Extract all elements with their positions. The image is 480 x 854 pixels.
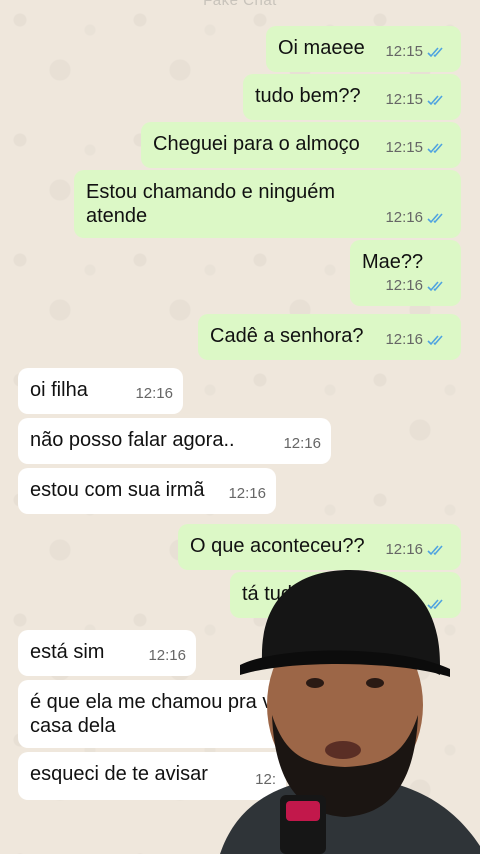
message-time: 12:15 xyxy=(385,91,423,108)
message-meta: 12:16 xyxy=(135,382,173,406)
chat-title: Fake Chat xyxy=(203,0,277,9)
double-check-icon xyxy=(427,47,443,58)
outgoing-message[interactable]: Estou chamando e ninguém atende 12:16 xyxy=(74,170,461,238)
message-meta: 12:15 xyxy=(385,40,447,64)
message-time: 12:16 xyxy=(283,435,321,452)
outgoing-message[interactable]: Cheguei para o almoço 12:15 xyxy=(141,122,461,168)
message-time: 12:16 xyxy=(135,385,173,402)
incoming-message[interactable]: não posso falar agora.. 12:16 xyxy=(18,418,331,464)
message-meta: 12:15 xyxy=(385,88,447,112)
message-meta: 12:16 xyxy=(228,482,266,506)
incoming-message[interactable]: oi filha 12:16 xyxy=(18,368,183,414)
incoming-message[interactable]: estou com sua irmã 12:16 xyxy=(18,468,276,514)
message-time: 12:15 xyxy=(385,139,423,156)
message-meta: 12:16 xyxy=(385,328,447,352)
message-time: 12:16 xyxy=(385,541,423,558)
outgoing-message[interactable]: tudo bem?? 12:15 xyxy=(243,74,461,120)
message-text: não posso falar agora.. xyxy=(30,429,235,451)
double-check-icon xyxy=(427,281,443,292)
outgoing-message[interactable]: Cadê a senhora? 12:16 xyxy=(198,314,461,360)
message-meta: 12:16 xyxy=(283,432,321,456)
webcam-person-overlay xyxy=(220,570,480,854)
message-time: 12:16 xyxy=(228,485,266,502)
double-check-icon xyxy=(427,143,443,154)
message-time: 12:16 xyxy=(385,209,423,226)
message-text: Mae?? xyxy=(362,251,424,273)
message-time: 12:16 xyxy=(148,647,186,664)
message-meta: 12:16 xyxy=(385,274,447,298)
outgoing-message[interactable]: Mae?? 12:16 xyxy=(350,240,461,306)
double-check-icon xyxy=(427,545,443,556)
message-meta: 12:16 xyxy=(385,538,447,562)
double-check-icon xyxy=(427,335,443,346)
message-meta: 12:16 xyxy=(385,206,447,230)
double-check-icon xyxy=(427,95,443,106)
message-time: 12:15 xyxy=(385,43,423,60)
message-meta: 12:15 xyxy=(385,136,447,160)
double-check-icon xyxy=(427,213,443,224)
outgoing-message[interactable]: Oi maeee 12:15 xyxy=(266,26,461,72)
message-meta: 12:16 xyxy=(148,644,186,668)
message-time: 12:16 xyxy=(385,277,423,294)
outgoing-message[interactable]: O que aconteceu?? 12:16 xyxy=(178,524,461,570)
message-time: 12:16 xyxy=(385,331,423,348)
incoming-message[interactable]: está sim 12:16 xyxy=(18,630,196,676)
